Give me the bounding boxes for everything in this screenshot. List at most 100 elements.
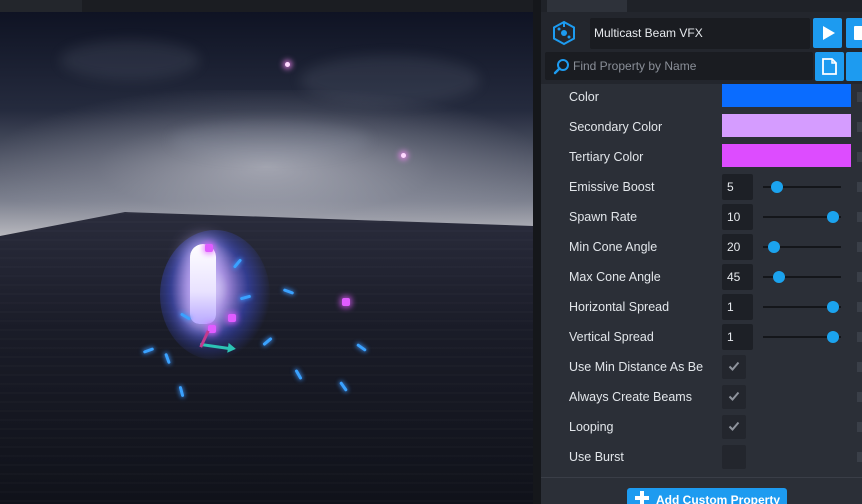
value-slider[interactable]	[763, 232, 841, 262]
play-button[interactable]	[813, 18, 842, 48]
property-label: Vertical Spread	[569, 330, 654, 344]
properties-header: Multicast Beam VFX	[541, 12, 862, 84]
property-row-always-create-beams: Always Create Beams	[541, 382, 862, 412]
color-swatch[interactable]	[722, 144, 851, 167]
panel-divider[interactable]	[533, 0, 541, 504]
property-row-horizontal-spread: Horizontal Spread 1	[541, 292, 862, 322]
property-label: Always Create Beams	[569, 390, 692, 404]
value-slider[interactable]	[763, 322, 841, 352]
reset-handle[interactable]	[857, 92, 862, 102]
property-label: Use Min Distance As Be	[569, 360, 704, 374]
property-label: Max Cone Angle	[569, 270, 661, 284]
viewport-tab[interactable]	[0, 0, 82, 12]
particle-magenta	[205, 244, 213, 252]
property-row-max-cone-angle: Max Cone Angle 45	[541, 262, 862, 292]
checkbox[interactable]	[722, 415, 746, 439]
slider-thumb[interactable]	[771, 181, 784, 193]
particle-sparkle	[285, 62, 290, 67]
color-swatch[interactable]	[722, 84, 851, 107]
reset-handle[interactable]	[857, 152, 862, 162]
properties-tab[interactable]	[547, 0, 627, 12]
reset-handle[interactable]	[857, 302, 862, 312]
property-row-color: Color	[541, 82, 862, 112]
number-input[interactable]: 1	[722, 324, 753, 350]
document-icon	[822, 58, 837, 75]
copy-properties-button[interactable]	[815, 52, 844, 81]
stop-icon	[854, 26, 862, 40]
stop-button[interactable]	[846, 18, 862, 48]
number-input[interactable]: 10	[722, 204, 753, 230]
search-input[interactable]	[573, 56, 809, 76]
value-slider[interactable]	[763, 262, 841, 292]
viewport-tab-bar	[0, 0, 533, 12]
property-row-emissive-boost: Emissive Boost 5	[541, 172, 862, 202]
properties-panel: Multicast Beam VFX Color Secondary Color T…	[541, 0, 862, 504]
property-label: Looping	[569, 420, 614, 434]
property-label: Min Cone Angle	[569, 240, 658, 254]
checkmark-icon	[728, 421, 740, 431]
cloud	[60, 40, 200, 80]
checkmark-icon	[728, 391, 740, 401]
reset-handle[interactable]	[857, 182, 862, 192]
reset-handle[interactable]	[857, 422, 862, 432]
vfx-object-icon	[553, 20, 575, 46]
property-row-min-cone-angle: Min Cone Angle 20	[541, 232, 862, 262]
paste-properties-button[interactable]	[846, 52, 862, 81]
number-input[interactable]: 20	[722, 234, 753, 260]
slider-thumb[interactable]	[773, 271, 786, 283]
vfx-beam-core[interactable]	[190, 244, 216, 324]
play-icon	[823, 26, 835, 40]
value-slider[interactable]	[763, 172, 841, 202]
reset-handle[interactable]	[857, 452, 862, 462]
cloud	[170, 120, 370, 160]
particle-magenta	[228, 314, 236, 322]
reset-handle[interactable]	[857, 242, 862, 252]
property-row-tertiary-color: Tertiary Color	[541, 142, 862, 172]
reset-handle[interactable]	[857, 272, 862, 282]
property-label: Horizontal Spread	[569, 300, 670, 314]
slider-thumb[interactable]	[827, 301, 840, 313]
checkbox[interactable]	[722, 385, 746, 409]
slider-thumb[interactable]	[767, 241, 780, 253]
value-slider[interactable]	[763, 292, 841, 322]
number-input[interactable]: 1	[722, 294, 753, 320]
checkbox[interactable]	[722, 445, 746, 469]
checkmark-icon	[728, 361, 740, 371]
property-row-secondary-color: Secondary Color	[541, 112, 862, 142]
property-label: Secondary Color	[569, 120, 663, 134]
object-name-field[interactable]: Multicast Beam VFX	[590, 18, 810, 49]
reset-handle[interactable]	[857, 122, 862, 132]
property-row-use-min-distance-as-be: Use Min Distance As Be	[541, 352, 862, 382]
sky-horizon-glow	[0, 90, 533, 230]
property-search-box[interactable]	[545, 52, 813, 80]
property-row-use-burst: Use Burst	[541, 442, 862, 472]
particle-magenta	[342, 298, 350, 306]
plus-icon	[635, 491, 649, 504]
property-row-spawn-rate: Spawn Rate 10	[541, 202, 862, 232]
particle-sparkle	[401, 153, 406, 158]
cloud	[300, 55, 480, 105]
value-slider[interactable]	[763, 202, 841, 232]
property-label: Tertiary Color	[569, 150, 644, 164]
panel-footer: Add Custom Property	[541, 477, 862, 504]
property-label: Emissive Boost	[569, 180, 655, 194]
reset-handle[interactable]	[857, 332, 862, 342]
property-row-looping: Looping	[541, 412, 862, 442]
reset-handle[interactable]	[857, 212, 862, 222]
reset-handle[interactable]	[857, 362, 862, 372]
add-custom-property-label: Add Custom Property	[656, 493, 781, 504]
slider-thumb[interactable]	[827, 211, 840, 223]
panel-tab-strip	[541, 0, 862, 12]
add-custom-property-button[interactable]: Add Custom Property	[627, 488, 787, 504]
search-icon	[553, 59, 569, 75]
reset-handle[interactable]	[857, 392, 862, 402]
checkbox[interactable]	[722, 355, 746, 379]
color-swatch[interactable]	[722, 114, 851, 137]
number-input[interactable]: 45	[722, 264, 753, 290]
property-label: Color	[569, 90, 599, 104]
property-label: Use Burst	[569, 450, 624, 464]
slider-thumb[interactable]	[827, 331, 840, 343]
number-input[interactable]: 5	[722, 174, 753, 200]
scene-viewport[interactable]	[0, 0, 533, 504]
property-row-vertical-spread: Vertical Spread 1	[541, 322, 862, 352]
